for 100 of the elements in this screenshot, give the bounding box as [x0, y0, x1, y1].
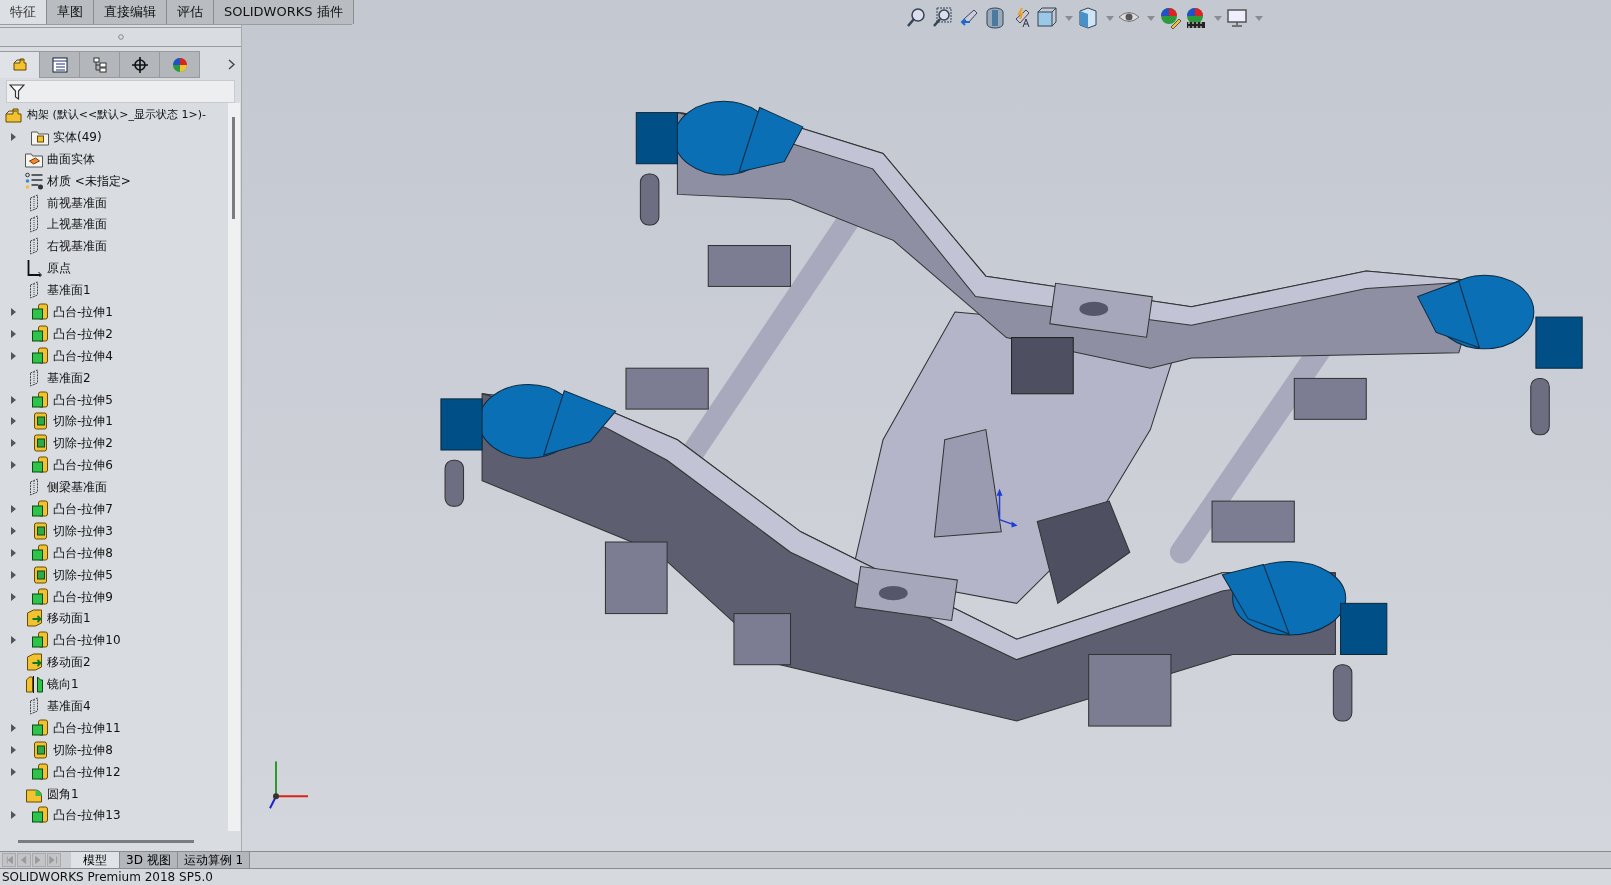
- scene-sphere-icon[interactable]: [1185, 7, 1207, 29]
- feature-name: 凸台-拉伸11: [53, 719, 121, 737]
- zoom-area-icon[interactable]: [932, 7, 954, 29]
- zoom-fit-icon[interactable]: [906, 7, 928, 29]
- tree-item[interactable]: 凸台-拉伸12: [0, 760, 228, 783]
- extrude-icon: [30, 302, 50, 321]
- material-icon: [24, 171, 44, 190]
- tree-item[interactable]: 上视基准面: [0, 213, 228, 236]
- expand-arrow-icon[interactable]: [8, 591, 18, 602]
- tree-item[interactable]: 凸台-拉伸8: [0, 541, 228, 564]
- expand-arrow-icon[interactable]: [8, 460, 18, 471]
- extrude-icon: [30, 324, 50, 343]
- tree-item[interactable]: 凸台-拉伸5: [0, 388, 228, 411]
- section-view-icon[interactable]: [984, 7, 1006, 29]
- expand-arrow-icon[interactable]: [8, 569, 18, 580]
- tree-item[interactable]: 切除-拉伸5: [0, 563, 228, 586]
- tree-item[interactable]: 凸台-拉伸10: [0, 629, 228, 652]
- tree-item[interactable]: 基准面1: [0, 279, 228, 301]
- shaded-cube-icon[interactable]: [1077, 7, 1099, 29]
- tree-item[interactable]: 移动面1: [0, 607, 228, 630]
- panel-tab[interactable]: [80, 51, 120, 78]
- tree-item[interactable]: 右视基准面: [0, 235, 228, 258]
- tree-item[interactable]: 切除-拉伸1: [0, 410, 228, 433]
- tree-item[interactable]: 凸台-拉伸11: [0, 716, 228, 739]
- feature-name: 镜向1: [47, 676, 79, 694]
- feature-name: 切除-拉伸2: [53, 435, 113, 453]
- expand-arrow-icon[interactable]: [8, 766, 18, 777]
- part-name: 构架 (默认<<默认>_显示状态 1>)-: [27, 106, 206, 123]
- chevron-right-icon[interactable]: [228, 59, 235, 70]
- view-tab[interactable]: 运动算例 1: [177, 852, 251, 868]
- tree-item[interactable]: 原点: [0, 257, 228, 280]
- panel-tab[interactable]: [120, 51, 160, 78]
- expand-arrow-icon[interactable]: [8, 394, 18, 405]
- expand-arrow-icon[interactable]: [8, 525, 18, 536]
- feature-name: 基准面1: [47, 282, 91, 300]
- tree-item[interactable]: 圆角1: [0, 782, 228, 805]
- origin-triad-icon: [996, 488, 1018, 528]
- feature-name: 凸台-拉伸13: [53, 807, 121, 825]
- tree-item[interactable]: 凸台-拉伸4: [0, 344, 228, 367]
- tree-root[interactable]: 构架 (默认<<默认>_显示状态 1>)-: [0, 104, 228, 126]
- tree-item[interactable]: 凸台-拉伸6: [0, 454, 228, 477]
- grip-icon[interactable]: [117, 34, 124, 40]
- tree-item[interactable]: 凸台-拉伸1: [0, 301, 228, 323]
- expand-arrow-icon[interactable]: [8, 744, 18, 755]
- tree-item[interactable]: 凸台-拉伸2: [0, 322, 228, 345]
- mirror-icon: [24, 675, 44, 694]
- feature-name: 基准面2: [47, 369, 91, 387]
- feature-name: 凸台-拉伸10: [53, 632, 121, 650]
- expand-arrow-icon[interactable]: [8, 131, 18, 142]
- tree-item[interactable]: 切除-拉伸3: [0, 519, 228, 542]
- filter-field[interactable]: [6, 80, 235, 103]
- expand-arrow-icon[interactable]: [8, 722, 18, 733]
- axis-triad-icon: [269, 760, 310, 810]
- tree-item[interactable]: 移动面2: [0, 651, 228, 674]
- feature-name: 切除-拉伸8: [53, 741, 113, 759]
- view-cube-icon[interactable]: [1036, 7, 1058, 29]
- expand-arrow-icon[interactable]: [8, 503, 18, 514]
- expand-arrow-icon[interactable]: [8, 306, 18, 317]
- tree-item[interactable]: 镜向1: [0, 673, 228, 696]
- feature-name: 上视基准面: [47, 216, 107, 234]
- ribbon-tab[interactable]: 直接编辑: [94, 0, 167, 24]
- feature-name: 原点: [47, 260, 71, 278]
- ribbon-tab[interactable]: 特征: [0, 0, 47, 24]
- tree-item[interactable]: 曲面实体: [0, 147, 228, 170]
- tree-item[interactable]: 切除-拉伸2: [0, 432, 228, 455]
- tree-item[interactable]: 基准面4: [0, 695, 228, 717]
- crosshair-icon: [130, 55, 149, 74]
- tree-item[interactable]: 材质 <未指定>: [0, 169, 228, 192]
- tree-item[interactable]: 凸台-拉伸7: [0, 498, 228, 520]
- tree-item[interactable]: 凸台-拉伸9: [0, 585, 228, 608]
- expand-arrow-icon[interactable]: [8, 547, 18, 558]
- monitor-icon[interactable]: [1226, 7, 1248, 29]
- tree-item[interactable]: 基准面2: [0, 366, 228, 389]
- part-icon: [4, 105, 24, 124]
- feature-name: 凸台-拉伸6: [53, 457, 113, 475]
- tree-item[interactable]: 切除-拉伸8: [0, 738, 228, 761]
- ribbon-tab[interactable]: 草图: [47, 0, 94, 24]
- expand-arrow-icon[interactable]: [8, 438, 18, 449]
- view-tab[interactable]: 模型: [71, 852, 120, 868]
- feature-name: 凸台-拉伸9: [53, 588, 113, 606]
- tree-item[interactable]: 前视基准面: [0, 191, 228, 214]
- tree-item[interactable]: 实体(49): [0, 125, 228, 148]
- tree-item[interactable]: 侧梁基准面: [0, 476, 228, 499]
- view-tab[interactable]: 3D 视图: [120, 852, 178, 868]
- expand-arrow-icon[interactable]: [8, 635, 18, 646]
- panel-tab[interactable]: [160, 51, 200, 78]
- ribbon-tab[interactable]: SOLIDWORKS 插件: [214, 0, 354, 24]
- tree-item[interactable]: 凸台-拉伸13: [0, 804, 228, 827]
- feature-name: 曲面实体: [47, 150, 95, 168]
- hierarchy-icon: [90, 55, 109, 74]
- scrollbar-thumb[interactable]: [18, 839, 194, 843]
- expand-arrow-icon[interactable]: [8, 416, 18, 427]
- expand-arrow-icon[interactable]: [8, 328, 18, 339]
- panel-tab[interactable]: [40, 51, 80, 78]
- ribbon-tab[interactable]: 评估: [167, 0, 214, 24]
- scrollbar-thumb[interactable]: [232, 117, 235, 219]
- expand-arrow-icon[interactable]: [8, 810, 18, 821]
- expand-arrow-icon[interactable]: [8, 350, 18, 361]
- extrude-icon: [30, 456, 50, 475]
- appearance-sphere-icon[interactable]: [1159, 7, 1181, 29]
